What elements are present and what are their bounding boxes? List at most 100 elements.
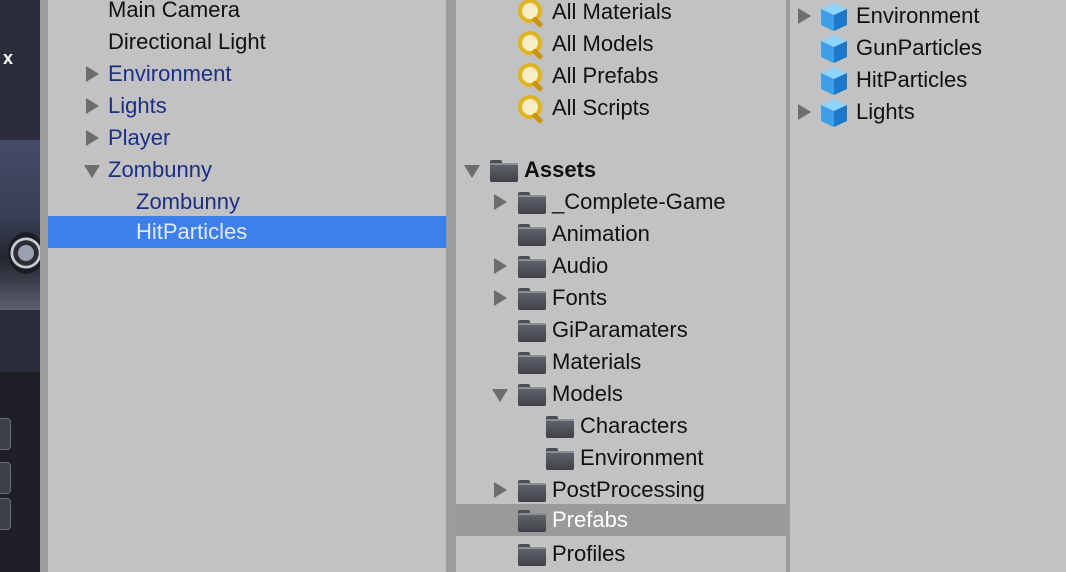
expand-arrow-icon[interactable] — [798, 104, 811, 120]
prefab-cube-icon — [821, 99, 847, 127]
folder-item[interactable]: Environment — [456, 442, 786, 474]
expand-arrow-icon[interactable] — [86, 98, 99, 114]
folder-icon — [518, 288, 546, 310]
folder-item-selected[interactable]: Prefabs — [456, 504, 786, 536]
folder-label: Models — [552, 381, 623, 406]
hierarchy-item-label: Zombunny — [136, 189, 240, 214]
folder-icon — [518, 510, 546, 532]
folder-item[interactable]: _Complete-Game — [456, 186, 786, 218]
hierarchy-item[interactable]: Zombunny — [48, 186, 446, 218]
folder-item[interactable]: Models — [456, 378, 786, 410]
asset-item[interactable]: GunParticles — [790, 32, 1066, 64]
favorite-label: All Materials — [552, 0, 672, 24]
folder-label: Audio — [552, 253, 609, 278]
folder-icon — [518, 384, 546, 406]
folder-label: PostProcessing — [552, 477, 705, 502]
folder-icon — [546, 416, 574, 438]
search-icon — [518, 0, 546, 29]
folder-icon — [518, 352, 546, 374]
scene-object-preview — [0, 140, 40, 310]
favorite-item[interactable]: All Materials — [456, 0, 786, 29]
folder-item-assets[interactable]: Assets — [456, 154, 786, 186]
hierarchy-item[interactable]: Player — [48, 122, 446, 154]
folder-icon — [518, 320, 546, 342]
folder-item[interactable]: Materials — [456, 346, 786, 378]
expand-arrow-icon[interactable] — [798, 8, 811, 24]
folder-label: GiParamaters — [552, 317, 688, 342]
favorite-label: All Models — [552, 31, 654, 56]
hierarchy-panel: Main Camera Directional Light Environmen… — [48, 0, 446, 572]
asset-label: Environment — [856, 3, 980, 28]
expand-arrow-icon[interactable] — [86, 130, 99, 146]
asset-item[interactable]: Lights — [790, 96, 1066, 128]
favorite-label: All Scripts — [552, 95, 650, 120]
asset-label: GunParticles — [856, 35, 982, 60]
folder-item[interactable]: Animation — [456, 218, 786, 250]
folder-item[interactable]: PostProcessing — [456, 474, 786, 506]
folder-item[interactable]: Characters — [456, 410, 786, 442]
hierarchy-item-label: HitParticles — [136, 219, 248, 244]
collapse-arrow-icon[interactable] — [464, 165, 480, 178]
folder-label: Assets — [524, 157, 597, 182]
folder-icon — [518, 480, 546, 502]
folder-item[interactable]: Profiles — [456, 538, 786, 570]
folder-item[interactable]: Audio — [456, 250, 786, 282]
folder-label: Prefabs — [552, 507, 628, 532]
expand-arrow-icon[interactable] — [86, 66, 99, 82]
folder-icon — [546, 448, 574, 470]
project-asset-list: Environment GunParticles HitParticles Li… — [790, 0, 1066, 572]
scene-control-handle[interactable] — [0, 462, 11, 494]
folder-label: Profiles — [552, 541, 626, 566]
folder-label: Environment — [580, 445, 704, 470]
hierarchy-item[interactable]: Directional Light — [48, 26, 446, 58]
hierarchy-item[interactable]: Main Camera — [48, 0, 446, 26]
folder-item[interactable]: Fonts — [456, 282, 786, 314]
hierarchy-item-selected[interactable]: HitParticles — [48, 216, 446, 248]
favorite-item[interactable]: All Scripts — [456, 92, 786, 125]
prefab-cube-icon — [821, 35, 847, 63]
folder-icon — [518, 192, 546, 214]
project-folder-tree: All Materials All Models All Prefabs All… — [456, 0, 786, 572]
folder-label: Materials — [552, 349, 642, 374]
asset-label: HitParticles — [856, 67, 968, 92]
close-icon[interactable]: x — [3, 48, 13, 69]
asset-label: Lights — [856, 99, 915, 124]
collapse-arrow-icon[interactable] — [492, 389, 508, 402]
hierarchy-item[interactable]: Lights — [48, 90, 446, 122]
folder-icon — [518, 224, 546, 246]
expand-arrow-icon[interactable] — [494, 194, 507, 210]
folder-icon — [518, 256, 546, 278]
prefab-cube-icon — [821, 67, 847, 95]
wheel-graphic — [8, 232, 40, 274]
pane-splitter[interactable] — [40, 0, 48, 572]
search-icon — [518, 95, 546, 125]
expand-arrow-icon[interactable] — [494, 482, 507, 498]
hierarchy-item-label: Directional Light — [108, 29, 266, 54]
favorite-label: All Prefabs — [552, 63, 659, 88]
hierarchy-item[interactable]: Environment — [48, 58, 446, 90]
hierarchy-item[interactable]: Zombunny — [48, 154, 446, 186]
hierarchy-item-label: Environment — [108, 61, 232, 86]
asset-item[interactable]: Environment — [790, 0, 1066, 32]
scene-control-handle[interactable] — [0, 418, 11, 450]
folder-item[interactable]: GiParamaters — [456, 314, 786, 346]
expand-arrow-icon[interactable] — [494, 290, 507, 306]
asset-item[interactable]: HitParticles — [790, 64, 1066, 96]
expand-arrow-icon[interactable] — [494, 258, 507, 274]
collapse-arrow-icon[interactable] — [84, 165, 100, 178]
pane-splitter[interactable] — [446, 0, 456, 572]
favorite-item[interactable]: All Prefabs — [456, 60, 786, 93]
hierarchy-item-label: Zombunny — [108, 157, 212, 182]
folder-label: _Complete-Game — [552, 189, 726, 214]
favorite-item[interactable]: All Models — [456, 28, 786, 61]
hierarchy-item-label: Player — [108, 125, 171, 150]
folder-icon — [490, 160, 518, 182]
hierarchy-item-label: Main Camera — [108, 0, 241, 22]
folder-label: Fonts — [552, 285, 608, 310]
prefab-cube-icon — [821, 3, 847, 31]
folder-label: Characters — [580, 413, 688, 438]
scene-view[interactable]: x — [0, 0, 40, 572]
search-icon — [518, 31, 546, 61]
hierarchy-item-label: Lights — [108, 93, 167, 118]
scene-control-handle[interactable] — [0, 498, 11, 530]
